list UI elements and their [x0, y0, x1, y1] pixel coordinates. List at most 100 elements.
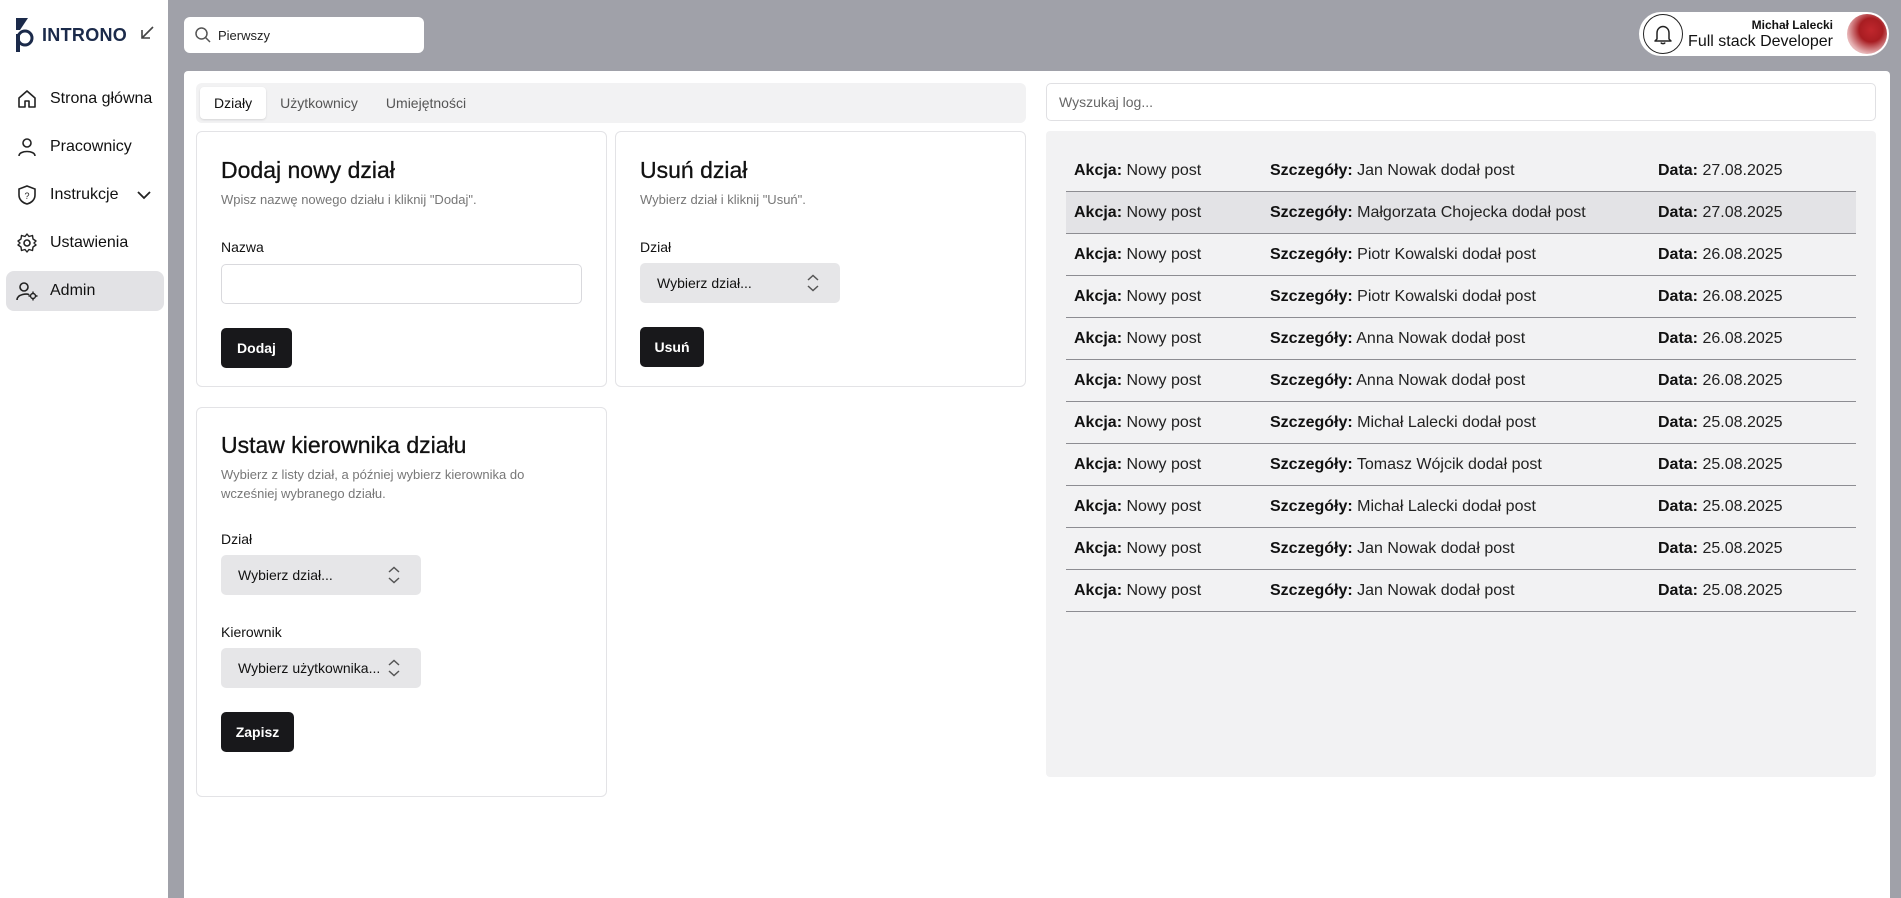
log-date-label: Data: — [1658, 329, 1699, 347]
sidebar-item-admin[interactable]: Admin — [6, 271, 164, 311]
log-details-value: Małgorzata Chojecka dodał post — [1357, 203, 1586, 221]
log-details-cell: Szczegóły: Anna Nowak dodał post — [1270, 372, 1658, 390]
log-details-cell: Szczegóły: Jan Nowak dodał post — [1270, 540, 1658, 558]
log-details-label: Szczegóły: — [1270, 539, 1353, 557]
log-action-label: Akcja: — [1074, 287, 1123, 305]
notifications-button[interactable] — [1643, 14, 1683, 54]
select-value: Wybierz dział... — [238, 567, 333, 583]
set-manager-card: Ustaw kierownika działu Wybierz z listy … — [196, 407, 607, 797]
select-value: Wybierz dział... — [657, 275, 752, 291]
log-row[interactable]: Akcja: Nowy post Szczegóły: Tomasz Wójcik… — [1066, 444, 1856, 486]
logo[interactable]: INTRONO — [14, 16, 127, 54]
department-name-input[interactable] — [221, 264, 582, 304]
log-row[interactable]: Akcja: Nowy post Szczegóły: Piotr Kowalsk… — [1066, 234, 1856, 276]
user-menu[interactable]: Michał Lalecki Full stack Developer — [1639, 12, 1889, 56]
log-date-cell: Data: 26.08.2025 — [1658, 372, 1848, 390]
log-details-label: Szczegóły: — [1270, 245, 1353, 263]
manager-label: Kierownik — [221, 624, 282, 640]
department-label: Dział — [221, 531, 253, 547]
log-action-cell: Akcja: Nowy post — [1066, 582, 1270, 600]
log-date-cell: Data: 25.08.2025 — [1658, 582, 1848, 600]
log-row[interactable]: Akcja: Nowy post Szczegóły: Jan Nowak dod… — [1066, 570, 1856, 612]
log-action-cell: Akcja: Nowy post — [1066, 540, 1270, 558]
log-row[interactable]: Akcja: Nowy post Szczegóły: Michał Laleck… — [1066, 486, 1856, 528]
sidebar-item-label: Pracownicy — [50, 138, 132, 155]
log-action-value: Nowy post — [1126, 245, 1202, 263]
search-icon — [195, 27, 211, 43]
log-row[interactable]: Akcja: Nowy post Szczegóły: Jan Nowak dod… — [1066, 150, 1856, 192]
user-icon — [16, 136, 38, 158]
log-details-label: Szczegóły: — [1270, 455, 1353, 473]
save-button[interactable]: Zapisz — [221, 712, 294, 752]
log-date-value: 25.08.2025 — [1702, 581, 1783, 599]
log-date-cell: Data: 26.08.2025 — [1658, 246, 1848, 264]
sidebar-item-settings[interactable]: Ustawienia — [6, 223, 164, 263]
avatar[interactable] — [1847, 14, 1887, 54]
department-select[interactable]: Wybierz dział... — [221, 555, 421, 595]
tab-departments[interactable]: Działy — [200, 87, 267, 119]
log-date-value: 25.08.2025 — [1702, 413, 1783, 431]
log-action-cell: Akcja: Nowy post — [1066, 162, 1270, 180]
log-list: Akcja: Nowy post Szczegóły: Jan Nowak dod… — [1066, 150, 1856, 612]
log-search-input[interactable] — [1059, 94, 1859, 110]
log-date-label: Data: — [1658, 161, 1699, 179]
card-title: Usuń dział — [640, 157, 748, 183]
log-action-value: Nowy post — [1126, 329, 1202, 347]
log-date-cell: Data: 26.08.2025 — [1658, 288, 1848, 306]
log-row[interactable]: Akcja: Nowy post Szczegóły: Michał Laleck… — [1066, 402, 1856, 444]
collapse-sidebar-icon[interactable] — [138, 24, 156, 42]
log-date-label: Data: — [1658, 539, 1699, 557]
log-date-value: 25.08.2025 — [1702, 455, 1783, 473]
log-action-label: Akcja: — [1074, 371, 1123, 389]
log-row[interactable]: Akcja: Nowy post Szczegóły: Jan Nowak dod… — [1066, 528, 1856, 570]
log-action-value: Nowy post — [1126, 287, 1202, 305]
card-title: Ustaw kierownika działu — [221, 432, 467, 458]
log-details-label: Szczegóły: — [1270, 287, 1353, 305]
chevron-down-icon[interactable] — [136, 187, 152, 203]
log-date-value: 27.08.2025 — [1702, 161, 1783, 179]
tab-skills[interactable]: Umiejętności — [372, 87, 480, 119]
log-action-label: Akcja: — [1074, 413, 1123, 431]
log-row[interactable]: Akcja: Nowy post Szczegóły: Anna Nowak do… — [1066, 318, 1856, 360]
log-action-value: Nowy post — [1126, 455, 1202, 473]
select-value: Wybierz użytkownika... — [238, 660, 381, 676]
sidebar-item-label: Strona główna — [50, 90, 153, 107]
log-action-value: Nowy post — [1126, 413, 1202, 431]
card-title: Dodaj nowy dział — [221, 157, 395, 183]
log-details-label: Szczegóły: — [1270, 497, 1353, 515]
remove-button[interactable]: Usuń — [640, 327, 704, 367]
log-row[interactable]: Akcja: Nowy post Szczegóły: Małgorzata Ch… — [1066, 192, 1856, 234]
tab-users[interactable]: Użytkownicy — [266, 87, 372, 119]
log-row[interactable]: Akcja: Nowy post Szczegóły: Piotr Kowalsk… — [1066, 276, 1856, 318]
log-action-label: Akcja: — [1074, 161, 1123, 179]
log-action-cell: Akcja: Nowy post — [1066, 372, 1270, 390]
log-date-cell: Data: 27.08.2025 — [1658, 162, 1848, 180]
log-action-label: Akcja: — [1074, 455, 1123, 473]
card-description: Wybierz z listy dział, a później wybierz… — [221, 467, 525, 501]
manager-select[interactable]: Wybierz użytkownika... — [221, 648, 421, 688]
log-action-cell: Akcja: Nowy post — [1066, 498, 1270, 516]
log-search[interactable] — [1046, 83, 1876, 121]
log-action-cell: Akcja: Nowy post — [1066, 288, 1270, 306]
sidebar: INTRONO Strona główna Pracownicy ? Instr… — [0, 0, 168, 898]
logo-mark-icon — [16, 18, 34, 52]
log-row[interactable]: Akcja: Nowy post Szczegóły: Anna Nowak do… — [1066, 360, 1856, 402]
chevron-up-down-icon — [388, 659, 400, 677]
log-action-cell: Akcja: Nowy post — [1066, 204, 1270, 222]
tab-bar: Działy Użytkownicy Umiejętności — [196, 83, 1026, 123]
log-details-value: Jan Nowak dodał post — [1357, 539, 1515, 557]
remove-department-card: Usuń dział Wybierz dział i kliknij "Usuń… — [615, 131, 1026, 387]
user-cog-icon — [16, 280, 38, 302]
add-button[interactable]: Dodaj — [221, 328, 292, 368]
sidebar-item-home[interactable]: Strona główna — [6, 79, 164, 119]
add-department-card: Dodaj nowy dział Wpisz nazwę nowego dzia… — [196, 131, 607, 387]
log-action-value: Nowy post — [1126, 161, 1202, 179]
log-date-cell: Data: 25.08.2025 — [1658, 414, 1848, 432]
log-date-cell: Data: 25.08.2025 — [1658, 540, 1848, 558]
sidebar-item-employees[interactable]: Pracownicy — [6, 127, 164, 167]
search-input[interactable] — [218, 27, 408, 43]
department-label: Dział — [640, 239, 672, 255]
sidebar-item-instructions[interactable]: ? Instrukcje — [6, 175, 164, 215]
department-select[interactable]: Wybierz dział... — [640, 263, 840, 303]
global-search[interactable] — [184, 17, 424, 53]
